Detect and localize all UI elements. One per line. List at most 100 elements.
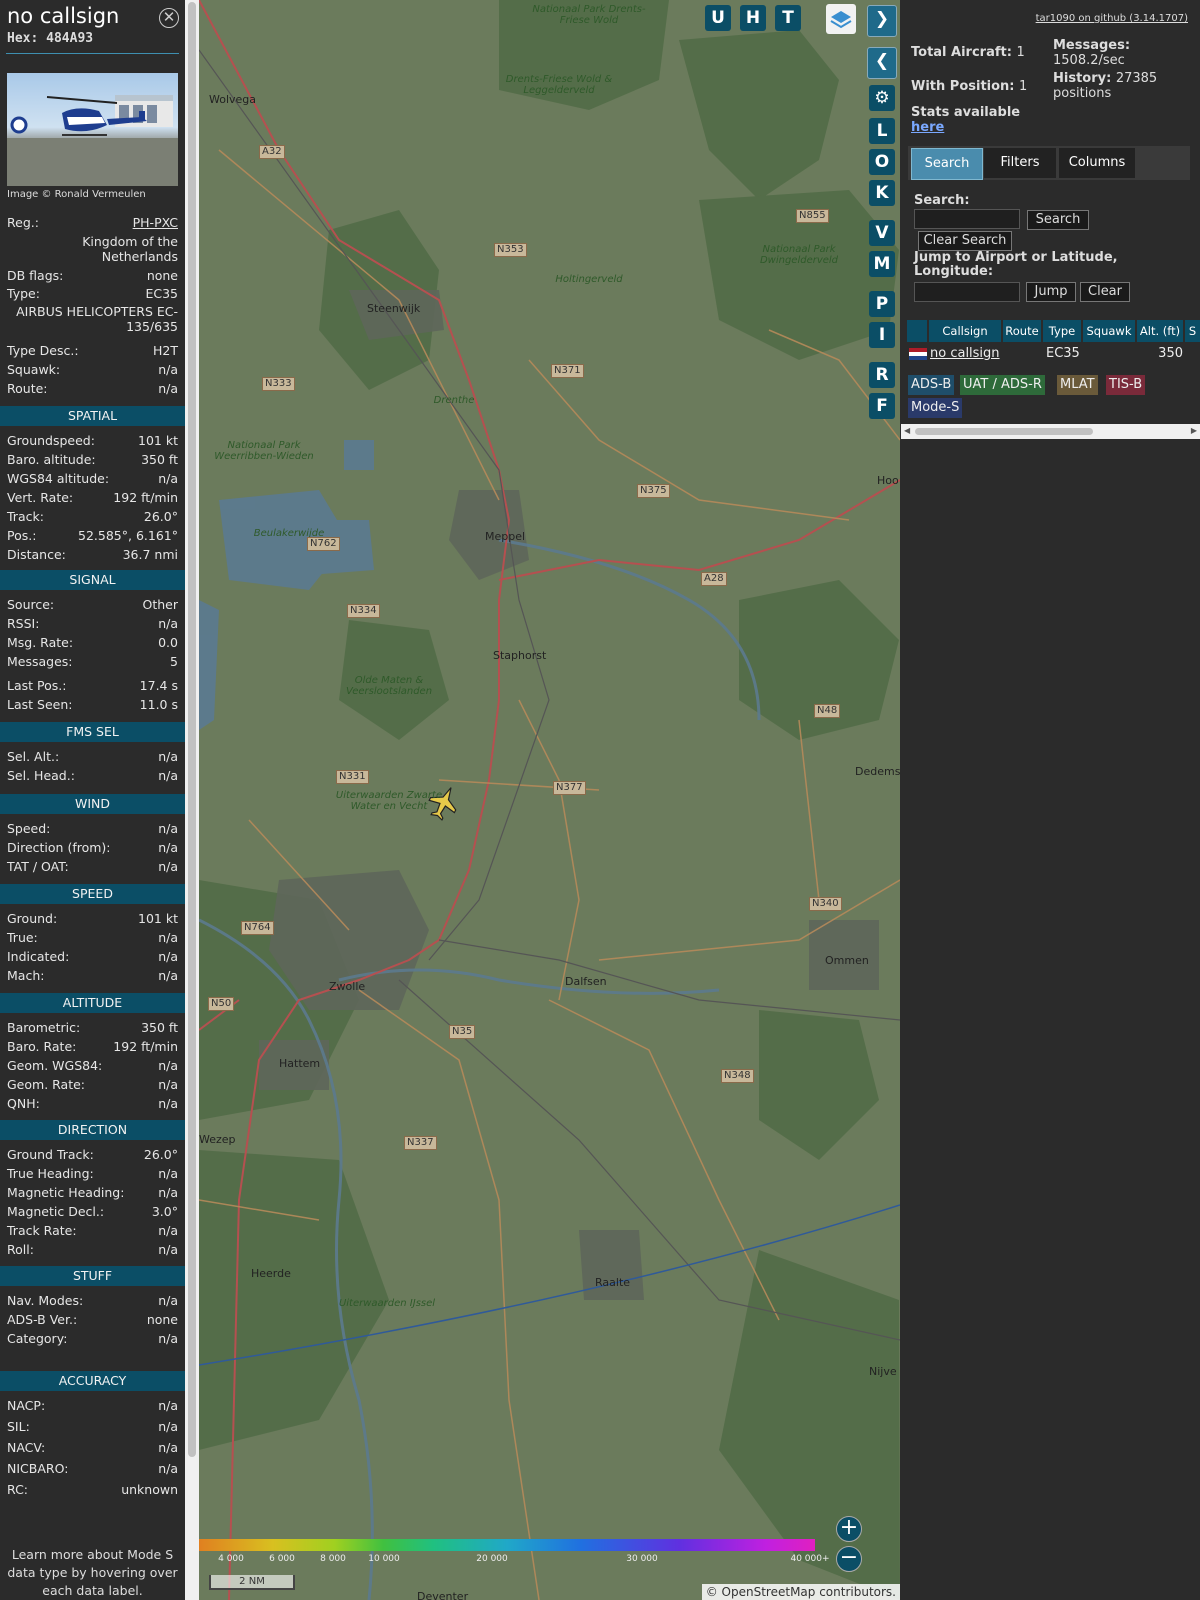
- scroll-left-icon[interactable]: ◀: [904, 426, 910, 435]
- section-header-spatial[interactable]: SPATIAL: [0, 406, 185, 426]
- section-header-stuff[interactable]: STUFF: [0, 1266, 185, 1286]
- data-label[interactable]: Last Pos.:: [7, 678, 66, 693]
- registration-link[interactable]: PH-PXC: [133, 215, 178, 230]
- data-label[interactable]: Ground:: [7, 911, 57, 926]
- data-label[interactable]: Vert. Rate:: [7, 490, 73, 505]
- data-label[interactable]: Category:: [7, 1331, 67, 1346]
- toggle-r-button[interactable]: R: [869, 362, 895, 388]
- data-label[interactable]: True Heading:: [7, 1166, 94, 1181]
- data-row: Messages: 5: [7, 654, 178, 669]
- section-header-direction[interactable]: DIRECTION: [0, 1120, 185, 1140]
- data-label[interactable]: Indicated:: [7, 949, 69, 964]
- data-label[interactable]: NACV:: [7, 1440, 45, 1455]
- section-header-signal[interactable]: SIGNAL: [0, 570, 185, 590]
- data-label[interactable]: Barometric:: [7, 1020, 80, 1035]
- toggle-v-button[interactable]: V: [869, 220, 895, 246]
- map-place-label: Dalfsen: [565, 975, 607, 988]
- toggle-l-button[interactable]: L: [869, 118, 895, 144]
- data-label[interactable]: Groundspeed:: [7, 433, 95, 448]
- map-attribution[interactable]: © OpenStreetMap contributors.: [701, 1584, 900, 1600]
- section-header-wind[interactable]: WIND: [0, 794, 185, 814]
- toggle-u-button[interactable]: U: [705, 5, 731, 31]
- data-label[interactable]: Mach:: [7, 968, 44, 983]
- tab-search[interactable]: Search: [911, 148, 983, 180]
- data-label[interactable]: RC:: [7, 1482, 28, 1497]
- data-label[interactable]: RSSI:: [7, 616, 39, 631]
- data-label[interactable]: Nav. Modes:: [7, 1293, 83, 1308]
- section-header-speed[interactable]: SPEED: [0, 884, 185, 904]
- info-panel-scrollbar[interactable]: [185, 0, 199, 1600]
- table-header-speed[interactable]: S: [1185, 320, 1200, 342]
- data-label[interactable]: Magnetic Heading:: [7, 1185, 124, 1200]
- data-label[interactable]: Baro. Rate:: [7, 1039, 76, 1054]
- data-label[interactable]: Baro. altitude:: [7, 452, 96, 467]
- scrollbar-thumb[interactable]: [188, 2, 196, 1457]
- data-label[interactable]: NICBARO:: [7, 1461, 68, 1476]
- zoom-out-icon[interactable]: −: [836, 1546, 862, 1572]
- section-header-accuracy[interactable]: ACCURACY: [0, 1371, 185, 1391]
- scroll-right-icon[interactable]: ▶: [1191, 426, 1197, 435]
- aircraft-photo[interactable]: [7, 73, 178, 186]
- collapse-left-icon[interactable]: ❮: [867, 47, 897, 79]
- data-label[interactable]: QNH:: [7, 1096, 40, 1111]
- table-header-route[interactable]: Route: [1003, 320, 1041, 342]
- data-label[interactable]: SIL:: [7, 1419, 30, 1434]
- github-link[interactable]: tar1090 on github (3.14.1707): [1036, 13, 1188, 24]
- data-label[interactable]: Ground Track:: [7, 1147, 94, 1162]
- map[interactable]: Wolvega Steenwijk Meppel Staphorst Zwolle Dal…: [199, 0, 900, 1600]
- toggle-m-button[interactable]: M: [869, 251, 895, 277]
- tab-columns[interactable]: Columns: [1059, 148, 1135, 178]
- data-label[interactable]: True:: [7, 930, 38, 945]
- jump-input[interactable]: [914, 282, 1020, 302]
- table-header-squawk[interactable]: Squawk: [1083, 320, 1135, 342]
- toggle-i-button[interactable]: I: [869, 322, 895, 348]
- data-label[interactable]: TAT / OAT:: [7, 859, 69, 874]
- toggle-k-button[interactable]: K: [869, 180, 895, 206]
- toggle-f-button[interactable]: F: [869, 393, 895, 419]
- row-callsign[interactable]: no callsign: [930, 345, 1000, 363]
- data-label[interactable]: Last Seen:: [7, 697, 72, 712]
- data-label[interactable]: Msg. Rate:: [7, 635, 73, 650]
- table-header-type[interactable]: Type: [1043, 320, 1081, 342]
- toggle-t-button[interactable]: T: [775, 5, 801, 31]
- layers-icon[interactable]: [826, 4, 856, 34]
- scrollbar-thumb[interactable]: [915, 428, 1093, 435]
- data-label[interactable]: Speed:: [7, 821, 50, 836]
- settings-gear-icon[interactable]: ⚙: [869, 85, 895, 111]
- tab-filters[interactable]: Filters: [984, 148, 1056, 178]
- data-label[interactable]: Sel. Head.:: [7, 768, 75, 783]
- expand-right-icon[interactable]: ❯: [867, 5, 897, 37]
- clear-jump-button[interactable]: Clear: [1080, 282, 1130, 302]
- data-row: RSSI: n/a: [7, 616, 178, 631]
- data-label[interactable]: Geom. WGS84:: [7, 1058, 102, 1073]
- table-header-altitude[interactable]: Alt. (ft): [1137, 320, 1183, 342]
- toggle-h-button[interactable]: H: [740, 5, 766, 31]
- data-label[interactable]: Roll:: [7, 1242, 34, 1257]
- data-label[interactable]: ADS-B Ver.:: [7, 1312, 77, 1327]
- data-label[interactable]: Pos.:: [7, 528, 36, 543]
- close-icon[interactable]: ✕: [159, 8, 179, 28]
- section-header-altitude[interactable]: ALTITUDE: [0, 993, 185, 1013]
- search-button[interactable]: Search: [1027, 210, 1089, 230]
- data-label[interactable]: Track:: [7, 509, 44, 524]
- data-label[interactable]: Distance:: [7, 547, 66, 562]
- data-label[interactable]: NACP:: [7, 1398, 45, 1413]
- data-label[interactable]: Magnetic Decl.:: [7, 1204, 104, 1219]
- section-header-fms-sel[interactable]: FMS SEL: [0, 722, 185, 742]
- data-label[interactable]: Geom. Rate:: [7, 1077, 85, 1092]
- table-header-callsign[interactable]: Callsign: [929, 320, 1001, 342]
- data-label[interactable]: Direction (from):: [7, 840, 111, 855]
- zoom-in-icon[interactable]: +: [836, 1516, 862, 1542]
- data-label[interactable]: Source:: [7, 597, 54, 612]
- data-label[interactable]: Messages:: [7, 654, 73, 669]
- data-label[interactable]: Sel. Alt.:: [7, 749, 59, 764]
- clear-search-button[interactable]: Clear Search: [918, 231, 1012, 251]
- data-label[interactable]: WGS84 altitude:: [7, 471, 109, 486]
- jump-button[interactable]: Jump: [1026, 282, 1076, 302]
- search-input[interactable]: [914, 209, 1020, 229]
- data-label[interactable]: Track Rate:: [7, 1223, 77, 1238]
- toggle-o-button[interactable]: O: [869, 149, 895, 175]
- table-horizontal-scrollbar[interactable]: ◀ ▶: [901, 424, 1200, 439]
- stats-link[interactable]: here: [911, 120, 944, 135]
- toggle-p-button[interactable]: P: [869, 291, 895, 317]
